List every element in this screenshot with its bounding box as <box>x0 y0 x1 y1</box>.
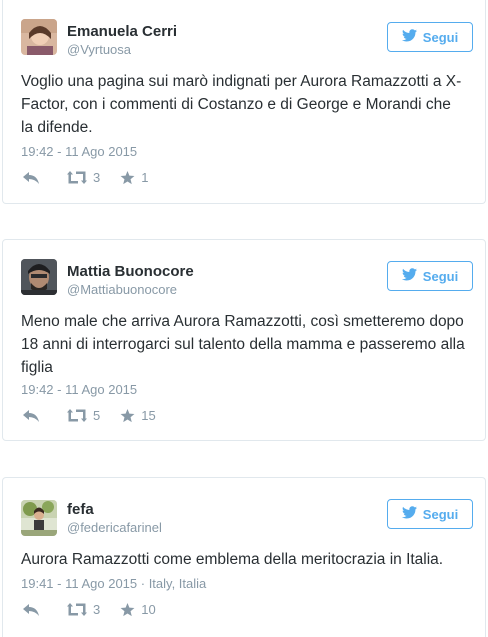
follow-label: Segui <box>422 268 459 284</box>
star-icon <box>120 408 135 423</box>
tweet-card: Emanuela Cerri @Vyrtuosa Segui Voglio un… <box>2 0 486 204</box>
follow-label: Segui <box>422 29 459 45</box>
tweet-timestamp[interactable]: 19:42 - 11 Ago 2015 <box>21 382 137 397</box>
tweet-timestamp[interactable]: 19:42 - 11 Ago 2015 <box>21 144 137 159</box>
retweet-button[interactable]: 5 <box>67 408 100 423</box>
bird-icon <box>401 506 417 522</box>
follow-label: Segui <box>422 506 459 522</box>
user-name[interactable]: Mattia Buonocore <box>67 263 194 280</box>
favorite-count: 1 <box>141 170 149 185</box>
follow-button[interactable]: Segui <box>387 499 473 529</box>
bird-icon <box>401 29 417 45</box>
star-icon <box>120 602 135 617</box>
retweet-button[interactable]: 3 <box>67 602 100 617</box>
follow-button[interactable]: Segui <box>387 22 473 52</box>
avatar[interactable] <box>21 500 57 536</box>
user-handle[interactable]: @Vyrtuosa <box>67 42 131 57</box>
user-name[interactable]: Emanuela Cerri <box>67 23 177 40</box>
retweet-count: 3 <box>93 602 101 617</box>
reply-icon[interactable] <box>23 603 41 616</box>
tweet-card: Mattia Buonocore @Mattiabuonocore Segui … <box>2 239 486 441</box>
bird-icon <box>401 268 417 284</box>
favorite-count: 10 <box>141 602 156 617</box>
tweet-actions: 3 10 <box>23 602 156 617</box>
user-handle[interactable]: @Mattiabuonocore <box>67 282 177 297</box>
star-icon <box>120 170 135 185</box>
retweet-icon <box>67 171 87 184</box>
favorite-count: 15 <box>141 408 156 423</box>
tweet-text: Aurora Ramazzotti come emblema della mer… <box>21 551 444 568</box>
avatar[interactable] <box>21 19 57 55</box>
follow-button[interactable]: Segui <box>387 261 473 291</box>
retweet-button[interactable]: 3 <box>67 170 100 185</box>
favorite-button[interactable]: 10 <box>120 602 156 617</box>
retweet-icon <box>67 603 87 616</box>
reply-icon[interactable] <box>23 409 41 422</box>
tweet-actions: 5 15 <box>23 408 156 423</box>
tweet-text: Voglio una pagina sui marò indignati per… <box>21 73 462 136</box>
tweet-card: fefa @federicafarinel Segui Aurora Ramaz… <box>2 477 486 637</box>
retweet-icon <box>67 409 87 422</box>
favorite-button[interactable]: 1 <box>120 170 148 185</box>
tweet-timestamp[interactable]: 19:41 - 11 Ago 2015 · Italy, Italia <box>21 576 206 591</box>
tweet-text: Meno male che arriva Aurora Ramazzotti, … <box>21 313 465 376</box>
avatar[interactable] <box>21 259 57 295</box>
reply-icon[interactable] <box>23 171 41 184</box>
user-name[interactable]: fefa <box>67 501 94 518</box>
user-handle[interactable]: @federicafarinel <box>67 520 162 535</box>
retweet-count: 5 <box>93 408 101 423</box>
retweet-count: 3 <box>93 170 101 185</box>
favorite-button[interactable]: 15 <box>120 408 156 423</box>
tweet-actions: 3 1 <box>23 170 148 185</box>
